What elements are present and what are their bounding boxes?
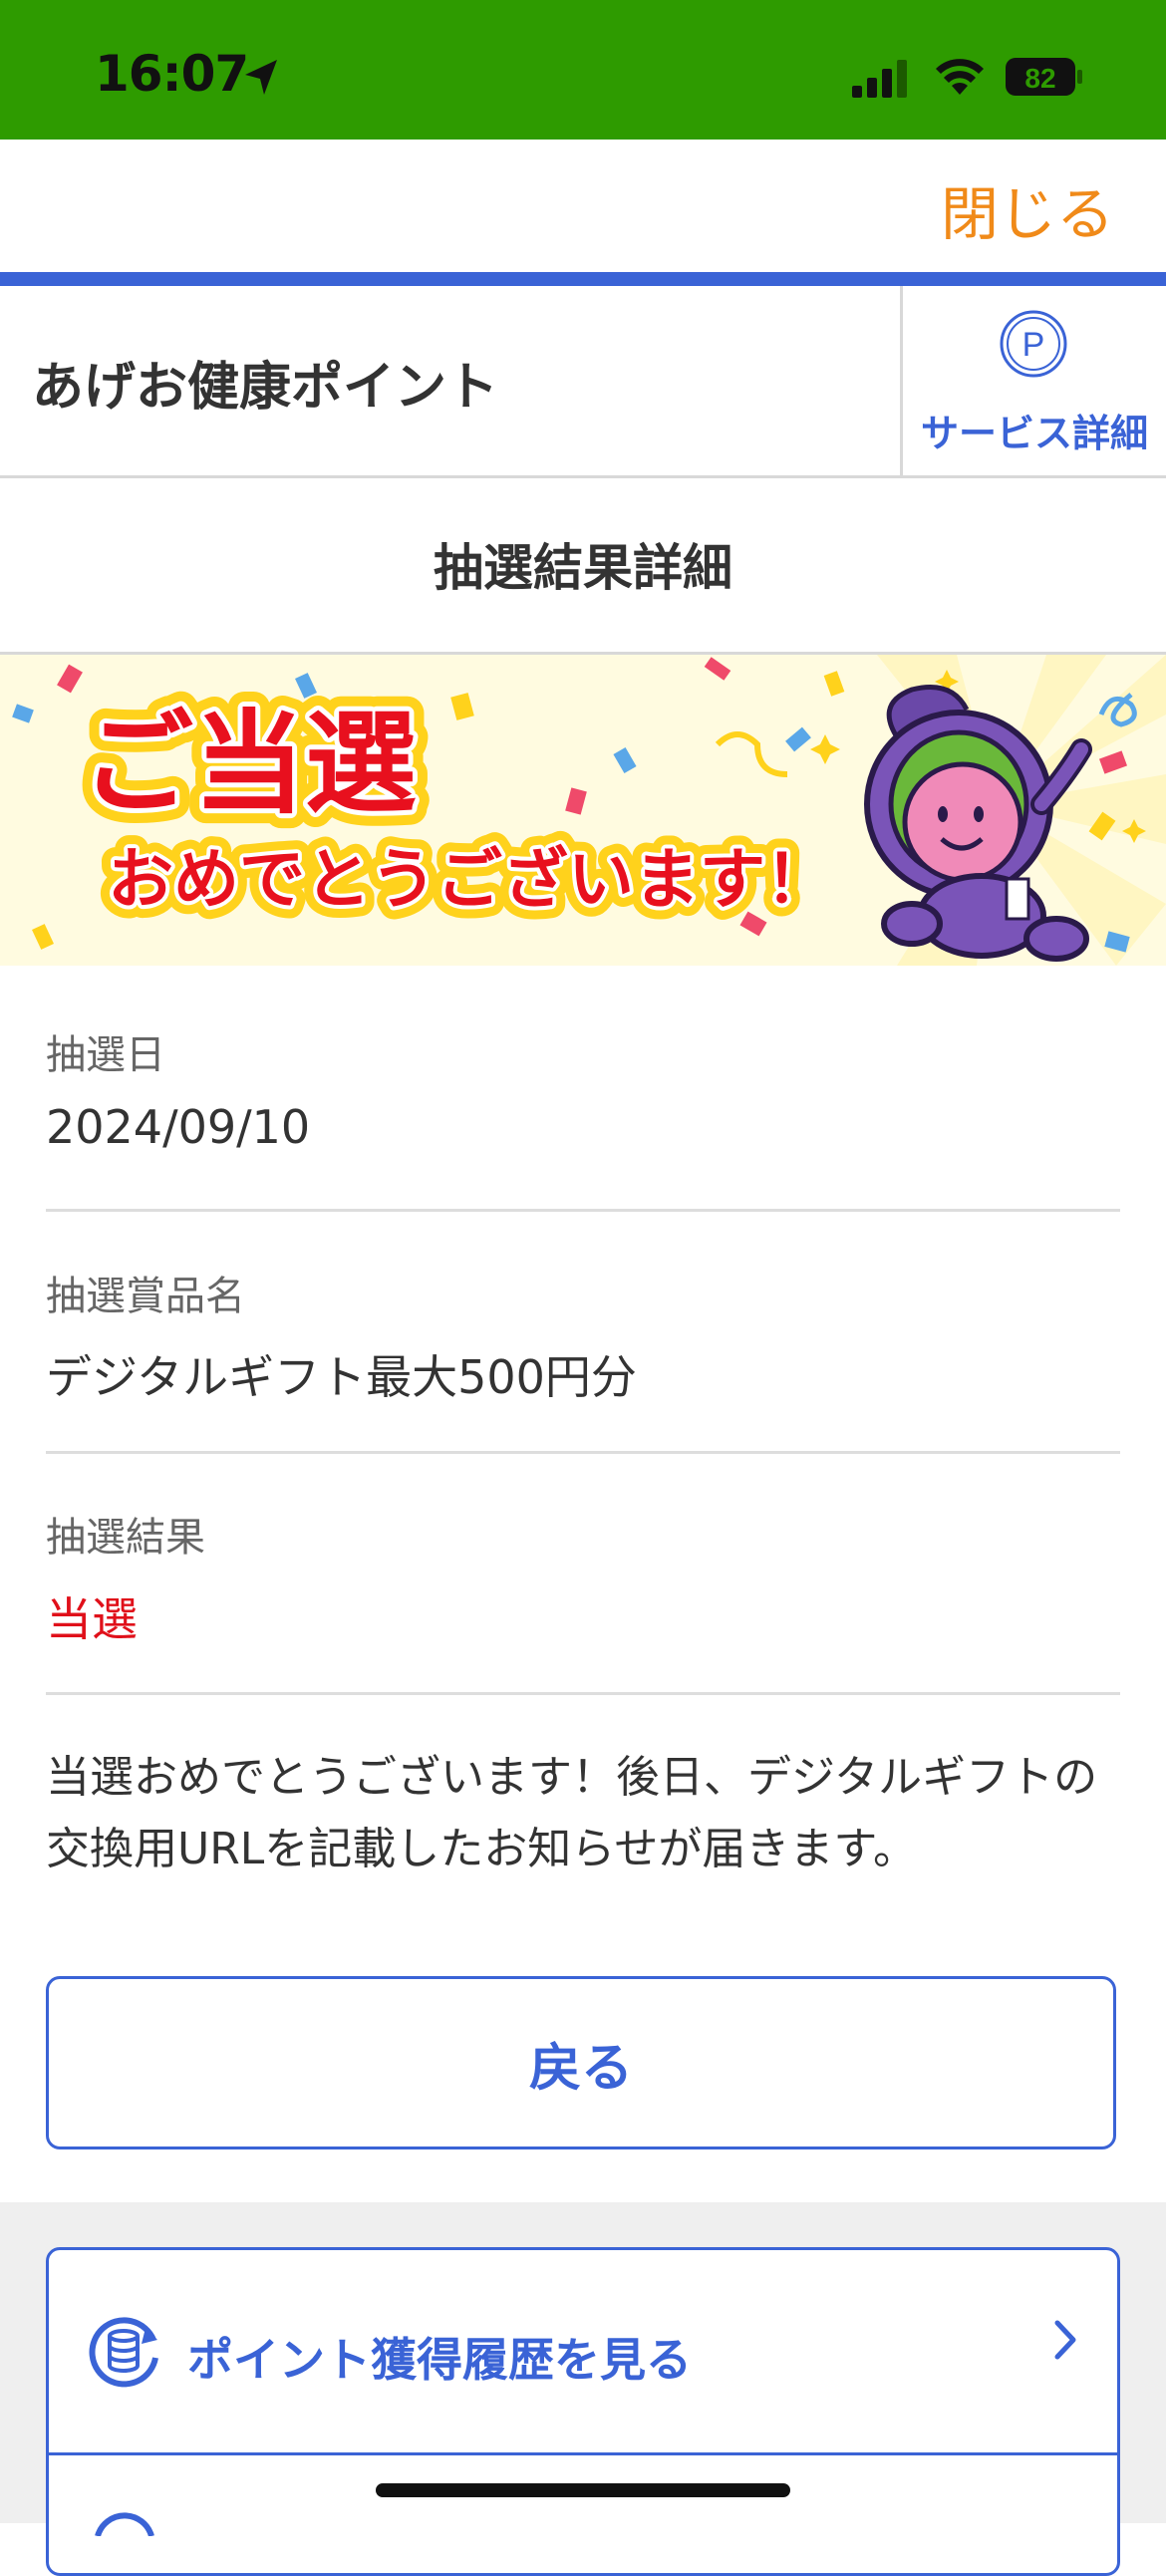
banner-title: ご当選 — [82, 700, 417, 829]
winner-banner: ご当選 ご当選 おめでとうございます！ おめでとうございます！ — [0, 655, 1166, 966]
mascot-illustration — [864, 685, 1092, 962]
prize-name-value: デジタルギフト最大500円分 — [46, 1350, 637, 1404]
coin-stack-refresh-icon — [89, 2317, 158, 2388]
divider — [46, 1692, 1120, 1695]
svg-text:P: P — [1022, 326, 1045, 364]
draw-result-label: 抽選結果 — [46, 1515, 205, 1561]
result-message-line: 交換用URLを記載したお知らせが届きます。 — [46, 1824, 918, 1874]
prize-name-label: 抽選賞品名 — [46, 1274, 245, 1319]
draw-date-value: 2024/09/10 — [46, 1100, 311, 1154]
header-accent-line — [0, 272, 1166, 286]
close-button[interactable]: 閉じる — [941, 167, 1114, 251]
battery-level: 82 — [1024, 63, 1055, 94]
menu-divider — [46, 2452, 1120, 2455]
divider — [46, 1209, 1120, 1212]
location-arrow-icon — [245, 60, 277, 95]
menu-item-label: ポイント獲得履歴を見る — [187, 2333, 692, 2387]
wifi-icon — [936, 59, 984, 95]
service-detail-button[interactable]: サービス詳細 — [915, 403, 1154, 457]
draw-result-value: 当選 — [46, 1592, 138, 1646]
signal-icon — [852, 60, 907, 98]
back-button[interactable]: 戻る — [46, 1976, 1116, 2149]
chevron-right-icon — [1054, 2320, 1076, 2360]
status-time: 16:07 — [95, 45, 249, 103]
app-title: あげお健康ポイント — [32, 358, 499, 418]
divider — [46, 1451, 1120, 1454]
result-message-line: 当選おめでとうございます！後日、デジタルギフトの — [46, 1752, 1098, 1803]
menu-item-icon-partial — [95, 2512, 154, 2536]
battery-icon: 82 — [1005, 56, 1084, 98]
result-message: 当選おめでとうございます！後日、デジタルギフトの 交換用URLを記載したお知らせ… — [46, 1742, 1132, 1885]
header-divider — [900, 286, 903, 475]
banner-subtitle: おめでとうございます！ — [108, 841, 831, 918]
point-p-icon[interactable]: P — [999, 309, 1068, 379]
page-title: 抽選結果詳細 — [434, 539, 732, 597]
home-indicator — [376, 2483, 790, 2497]
winner-banner-art: ご当選 ご当選 おめでとうございます！ おめでとうございます！ — [12, 655, 1166, 966]
draw-date-label: 抽選日 — [46, 1032, 165, 1078]
